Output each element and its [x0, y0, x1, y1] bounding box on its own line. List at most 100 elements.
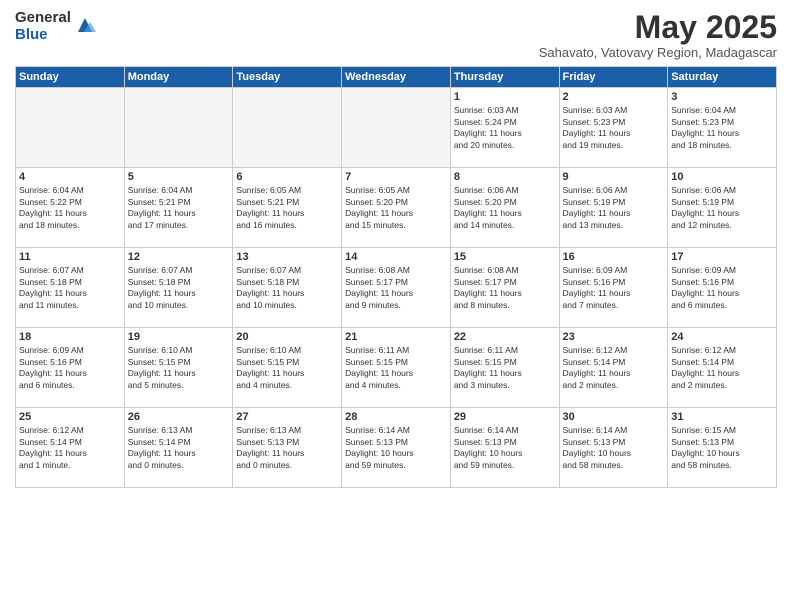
calendar-cell: 23Sunrise: 6:12 AM Sunset: 5:14 PM Dayli… — [559, 328, 668, 408]
day-number: 24 — [671, 331, 773, 343]
calendar-cell: 30Sunrise: 6:14 AM Sunset: 5:13 PM Dayli… — [559, 408, 668, 488]
calendar-cell: 14Sunrise: 6:08 AM Sunset: 5:17 PM Dayli… — [342, 248, 451, 328]
day-info: Sunrise: 6:06 AM Sunset: 5:19 PM Dayligh… — [671, 185, 773, 231]
day-number: 3 — [671, 91, 773, 103]
calendar-cell: 24 Sunrise: 6:12 AM Sunset: 5:14 PM Dayli… — [668, 328, 777, 408]
day-number: 8 — [454, 171, 556, 183]
day-info: Sunrise: 6:05 AM Sunset: 5:21 PM Dayligh… — [236, 185, 338, 231]
calendar-cell: 9 Sunrise: 6:06 AM Sunset: 5:19 PM Daylig… — [559, 168, 668, 248]
day-number: 18 — [19, 331, 121, 343]
header-saturday: Saturday — [668, 67, 777, 88]
calendar-cell — [233, 88, 342, 168]
day-number: 14 — [345, 251, 447, 263]
day-number: 23 — [563, 331, 665, 343]
calendar-cell: 21Sunrise: 6:11 AM Sunset: 5:15 PM Dayli… — [342, 328, 451, 408]
day-number: 15 — [454, 251, 556, 263]
day-number: 5 — [128, 171, 230, 183]
calendar-cell: 6 Sunrise: 6:05 AM Sunset: 5:21 PM Daylig… — [233, 168, 342, 248]
day-number: 30 — [563, 411, 665, 423]
calendar-cell: 13Sunrise: 6:07 AM Sunset: 5:18 PM Dayli… — [233, 248, 342, 328]
calendar-cell: 12Sunrise: 6:07 AM Sunset: 5:18 PM Dayli… — [124, 248, 233, 328]
day-info: Sunrise: 6:03 AM Sunset: 5:24 PM Dayligh… — [454, 105, 556, 151]
header-row: Sunday Monday Tuesday Wednesday Thursday… — [16, 67, 777, 88]
calendar-cell: 28 Sunrise: 6:14 AM Sunset: 5:13 PM Dayli… — [342, 408, 451, 488]
day-number: 27 — [236, 411, 338, 423]
calendar-table: Sunday Monday Tuesday Wednesday Thursday… — [15, 66, 777, 488]
calendar-cell: 22 Sunrise: 6:11 AM Sunset: 5:15 PM Dayli… — [450, 328, 559, 408]
calendar-cell: 1 Sunrise: 6:03 AM Sunset: 5:24 PM Daylig… — [450, 88, 559, 168]
calendar-cell: 8 Sunrise: 6:06 AM Sunset: 5:20 PM Daylig… — [450, 168, 559, 248]
calendar-cell: 20 Sunrise: 6:10 AM Sunset: 5:15 PM Dayli… — [233, 328, 342, 408]
day-info: Sunrise: 6:11 AM Sunset: 5:15 PM Dayligh… — [454, 345, 556, 391]
day-number: 31 — [671, 411, 773, 423]
calendar-cell: 16 Sunrise: 6:09 AM Sunset: 5:16 PM Dayli… — [559, 248, 668, 328]
day-number: 11 — [19, 251, 121, 263]
day-info: Sunrise: 6:06 AM Sunset: 5:19 PM Dayligh… — [563, 185, 665, 231]
calendar-cell: 29 Sunrise: 6:14 AM Sunset: 5:13 PM Dayli… — [450, 408, 559, 488]
logo-general: General — [15, 10, 71, 27]
logo-text: General Blue — [15, 10, 71, 43]
day-number: 22 — [454, 331, 556, 343]
day-number: 9 — [563, 171, 665, 183]
day-number: 2 — [563, 91, 665, 103]
day-number: 26 — [128, 411, 230, 423]
calendar-cell: 31 Sunrise: 6:15 AM Sunset: 5:13 PM Dayli… — [668, 408, 777, 488]
header-friday: Friday — [559, 67, 668, 88]
day-number: 13 — [236, 251, 338, 263]
day-info: Sunrise: 6:07 AM Sunset: 5:18 PM Dayligh… — [128, 265, 230, 311]
day-info: Sunrise: 6:12 AM Sunset: 5:14 PM Dayligh… — [671, 345, 773, 391]
day-number: 28 — [345, 411, 447, 423]
calendar-week-2: 11 Sunrise: 6:07 AM Sunset: 5:18 PM Dayli… — [16, 248, 777, 328]
day-info: Sunrise: 6:06 AM Sunset: 5:20 PM Dayligh… — [454, 185, 556, 231]
calendar-cell: 15Sunrise: 6:08 AM Sunset: 5:17 PM Dayli… — [450, 248, 559, 328]
day-info: Sunrise: 6:07 AM Sunset: 5:18 PM Dayligh… — [19, 265, 121, 311]
logo-blue: Blue — [15, 27, 71, 44]
day-info: Sunrise: 6:15 AM Sunset: 5:13 PM Dayligh… — [671, 425, 773, 471]
calendar-cell: 19Sunrise: 6:10 AM Sunset: 5:15 PM Dayli… — [124, 328, 233, 408]
calendar-cell — [342, 88, 451, 168]
day-info: Sunrise: 6:04 AM Sunset: 5:23 PM Dayligh… — [671, 105, 773, 151]
day-number: 19 — [128, 331, 230, 343]
calendar-cell: 27 Sunrise: 6:13 AM Sunset: 5:13 PM Dayli… — [233, 408, 342, 488]
calendar-cell: 2Sunrise: 6:03 AM Sunset: 5:23 PM Daylig… — [559, 88, 668, 168]
day-number: 4 — [19, 171, 121, 183]
logo-icon — [74, 14, 96, 36]
title-area: May 2025 Sahavato, Vatovavy Region, Mada… — [539, 10, 777, 60]
day-info: Sunrise: 6:09 AM Sunset: 5:16 PM Dayligh… — [563, 265, 665, 311]
day-number: 29 — [454, 411, 556, 423]
calendar-cell: 3 Sunrise: 6:04 AM Sunset: 5:23 PM Daylig… — [668, 88, 777, 168]
day-info: Sunrise: 6:04 AM Sunset: 5:22 PM Dayligh… — [19, 185, 121, 231]
calendar-cell: 25Sunrise: 6:12 AM Sunset: 5:14 PM Dayli… — [16, 408, 125, 488]
day-number: 6 — [236, 171, 338, 183]
header-wednesday: Wednesday — [342, 67, 451, 88]
day-info: Sunrise: 6:13 AM Sunset: 5:13 PM Dayligh… — [236, 425, 338, 471]
day-number: 16 — [563, 251, 665, 263]
day-info: Sunrise: 6:14 AM Sunset: 5:13 PM Dayligh… — [454, 425, 556, 471]
day-number: 10 — [671, 171, 773, 183]
calendar-week-4: 25Sunrise: 6:12 AM Sunset: 5:14 PM Dayli… — [16, 408, 777, 488]
day-info: Sunrise: 6:11 AM Sunset: 5:15 PM Dayligh… — [345, 345, 447, 391]
day-info: Sunrise: 6:04 AM Sunset: 5:21 PM Dayligh… — [128, 185, 230, 231]
day-info: Sunrise: 6:10 AM Sunset: 5:15 PM Dayligh… — [236, 345, 338, 391]
day-info: Sunrise: 6:09 AM Sunset: 5:16 PM Dayligh… — [671, 265, 773, 311]
calendar-week-1: 4 Sunrise: 6:04 AM Sunset: 5:22 PM Daylig… — [16, 168, 777, 248]
logo: General Blue — [15, 10, 96, 43]
calendar-week-3: 18Sunrise: 6:09 AM Sunset: 5:16 PM Dayli… — [16, 328, 777, 408]
day-number: 20 — [236, 331, 338, 343]
calendar-cell — [124, 88, 233, 168]
day-info: Sunrise: 6:13 AM Sunset: 5:14 PM Dayligh… — [128, 425, 230, 471]
page: General Blue May 2025 Sahavato, Vatovavy… — [0, 0, 792, 612]
day-number: 1 — [454, 91, 556, 103]
calendar-cell: 10 Sunrise: 6:06 AM Sunset: 5:19 PM Dayli… — [668, 168, 777, 248]
month-title: May 2025 — [539, 10, 777, 45]
calendar-cell — [16, 88, 125, 168]
header-tuesday: Tuesday — [233, 67, 342, 88]
calendar-cell: 5 Sunrise: 6:04 AM Sunset: 5:21 PM Daylig… — [124, 168, 233, 248]
header: General Blue May 2025 Sahavato, Vatovavy… — [15, 10, 777, 60]
header-sunday: Sunday — [16, 67, 125, 88]
calendar-cell: 11 Sunrise: 6:07 AM Sunset: 5:18 PM Dayli… — [16, 248, 125, 328]
calendar-cell: 17Sunrise: 6:09 AM Sunset: 5:16 PM Dayli… — [668, 248, 777, 328]
calendar-cell: 7Sunrise: 6:05 AM Sunset: 5:20 PM Daylig… — [342, 168, 451, 248]
day-info: Sunrise: 6:05 AM Sunset: 5:20 PM Dayligh… — [345, 185, 447, 231]
day-info: Sunrise: 6:14 AM Sunset: 5:13 PM Dayligh… — [345, 425, 447, 471]
